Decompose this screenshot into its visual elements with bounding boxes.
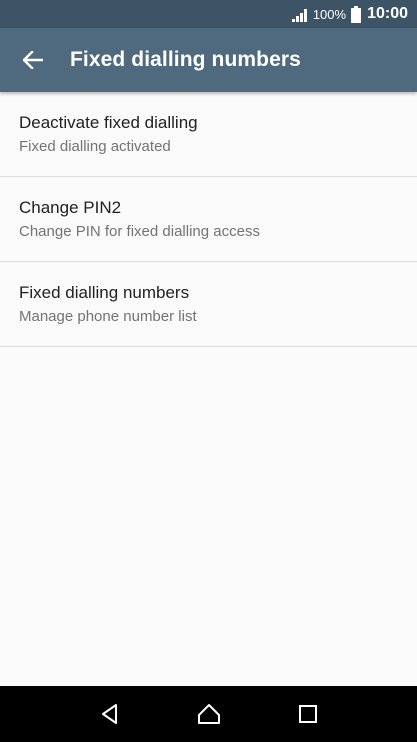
- recents-icon[interactable]: [284, 690, 332, 738]
- back-arrow-icon[interactable]: [18, 45, 48, 75]
- back-triangle-icon[interactable]: [86, 690, 134, 738]
- clock: 10:00: [367, 5, 408, 22]
- item-title: Fixed dialling numbers: [19, 282, 190, 302]
- status-bar: 100% 10:00: [0, 0, 417, 28]
- fixed-dialling-numbers-item[interactable]: Fixed dialling numbers Manage phone numb…: [0, 262, 417, 347]
- item-subtitle: Manage phone number list: [19, 307, 197, 325]
- item-subtitle: Change PIN for fixed dialling access: [19, 222, 260, 240]
- battery-icon: [351, 5, 362, 23]
- signal-icon: [291, 6, 308, 22]
- item-title: Change PIN2: [19, 197, 122, 217]
- deactivate-fixed-dialling-item[interactable]: Deactivate fixed dialling Fixed dialling…: [0, 92, 417, 177]
- navigation-bar: [0, 686, 417, 742]
- battery-percent: 100%: [312, 6, 347, 22]
- settings-list: Deactivate fixed dialling Fixed dialling…: [0, 92, 417, 347]
- home-icon[interactable]: [185, 690, 233, 738]
- app-bar: Fixed dialling numbers: [0, 28, 417, 92]
- item-subtitle: Fixed dialling activated: [19, 137, 171, 155]
- change-pin2-item[interactable]: Change PIN2 Change PIN for fixed diallin…: [0, 177, 417, 262]
- item-title: Deactivate fixed dialling: [19, 112, 198, 132]
- page-title: Fixed dialling numbers: [70, 48, 301, 71]
